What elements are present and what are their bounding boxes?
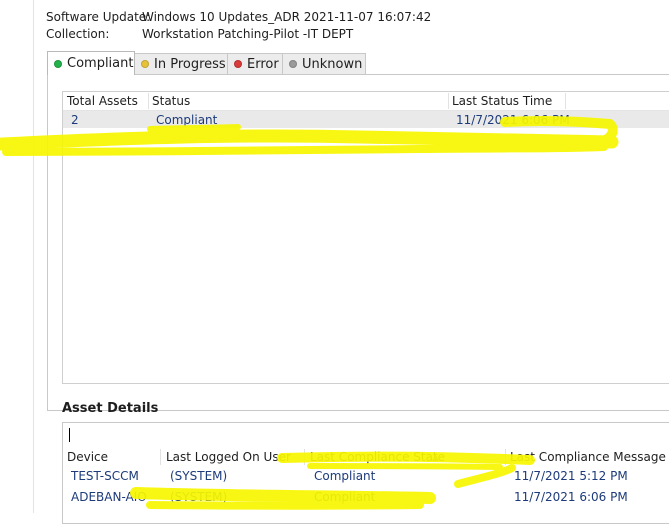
- user-cell: (SYSTEM): [170, 490, 228, 504]
- asset-details-title: Asset Details: [62, 401, 159, 416]
- tab-error[interactable]: Error: [227, 53, 283, 74]
- table-row[interactable]: TEST-SCCM (SYSTEM) Compliant 11/7/2021 5…: [63, 467, 669, 487]
- total-assets-cell: 2: [71, 113, 79, 127]
- compliant-tab-panel: Total Assets Status Last Status Time 2 C…: [47, 74, 669, 411]
- collection-label: Collection:: [46, 27, 110, 41]
- column-header-last-compliance-state[interactable]: Last Compliance State: [310, 450, 445, 464]
- gray-status-dot-icon: [289, 60, 297, 68]
- filter-text-cursor[interactable]: [69, 428, 70, 442]
- device-cell: ADEBAN-AIO: [71, 490, 147, 504]
- table-row[interactable]: 2 Compliant 11/7/2021 6:06 PM: [63, 111, 669, 128]
- sort-ascending-icon: ▲: [432, 453, 439, 463]
- compliance-time-cell: 11/7/2021 5:12 PM: [514, 469, 628, 483]
- user-cell: (SYSTEM): [170, 469, 228, 483]
- column-separator[interactable]: [565, 93, 566, 109]
- status-grid-header: Total Assets Status Last Status Time: [63, 92, 669, 111]
- column-header-last-logged-on-user[interactable]: Last Logged On User: [166, 450, 291, 464]
- compliance-time-cell: 11/7/2021 6:06 PM: [514, 490, 628, 504]
- tab-compliant[interactable]: Compliant: [47, 51, 135, 75]
- status-cell: Compliant: [156, 113, 218, 127]
- tab-label: Error: [247, 56, 279, 72]
- yellow-status-dot-icon: [141, 60, 149, 68]
- tab-label: In Progress: [154, 56, 226, 72]
- column-separator[interactable]: [148, 93, 149, 109]
- column-header-device[interactable]: Device: [67, 450, 108, 464]
- device-cell: TEST-SCCM: [71, 469, 139, 483]
- column-separator[interactable]: [448, 93, 449, 109]
- tab-label: Compliant: [67, 56, 134, 71]
- status-summary-grid: Total Assets Status Last Status Time 2 C…: [62, 91, 669, 384]
- column-header-total-assets[interactable]: Total Assets: [67, 94, 138, 108]
- tab-label: Unknown: [302, 56, 363, 72]
- asset-details-grid: Device Last Logged On User Last Complian…: [62, 422, 669, 524]
- column-header-last-status-time[interactable]: Last Status Time: [452, 94, 552, 108]
- software-update-label: Software Update:: [46, 10, 151, 24]
- column-separator[interactable]: [505, 449, 506, 465]
- table-row[interactable]: ADEBAN-AIO (SYSTEM) Compliant 11/7/2021 …: [63, 488, 669, 508]
- window-left-border: [33, 0, 34, 513]
- compliance-state-cell: Compliant: [314, 469, 376, 483]
- software-update-value: Windows 10 Updates_ADR 2021-11-07 16:07:…: [142, 10, 432, 24]
- column-separator[interactable]: [304, 449, 305, 465]
- compliance-state-cell: Compliant: [314, 490, 376, 504]
- green-status-dot-icon: [54, 59, 62, 68]
- tab-unknown[interactable]: Unknown: [282, 53, 366, 74]
- red-status-dot-icon: [234, 60, 242, 68]
- tab-in-progress[interactable]: In Progress: [134, 53, 228, 74]
- column-separator[interactable]: [160, 449, 161, 465]
- last-status-time-cell: 11/7/2021 6:06 PM: [456, 113, 570, 127]
- column-header-last-compliance-message-time[interactable]: Last Compliance Message Time: [510, 450, 669, 464]
- asset-grid-header: Device Last Logged On User Last Complian…: [63, 448, 669, 466]
- collection-value: Workstation Patching-Pilot -IT DEPT: [142, 27, 354, 41]
- column-header-status[interactable]: Status: [152, 94, 190, 108]
